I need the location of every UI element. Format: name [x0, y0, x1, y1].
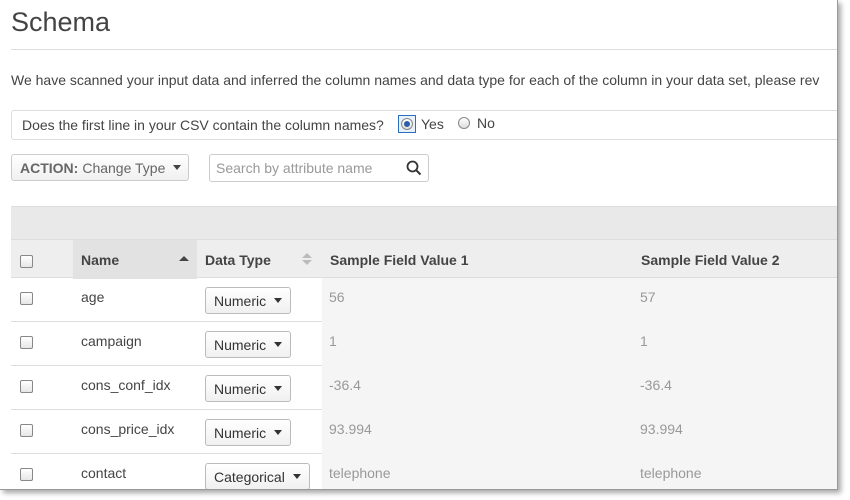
sample-shade — [322, 278, 837, 322]
data-type-value: Numeric — [214, 336, 267, 353]
chevron-down-icon — [274, 298, 283, 303]
cell-sample2: telephone — [640, 465, 702, 481]
sample-shade — [322, 322, 837, 366]
schema-panel: Schema We have scanned your input data a… — [0, 0, 838, 490]
sample-shade — [322, 410, 837, 454]
cell-name: contact — [81, 465, 127, 481]
row-checkbox[interactable] — [20, 292, 33, 305]
header-question-text: Does the first line in your CSV contain … — [22, 117, 384, 133]
data-type-select[interactable]: Numeric — [205, 419, 292, 446]
data-type-value: Numeric — [214, 380, 267, 397]
data-type-select[interactable]: Categorical — [205, 463, 310, 489]
page-title: Schema — [11, 7, 111, 37]
data-type-value: Numeric — [214, 292, 267, 309]
chevron-down-icon — [274, 386, 283, 391]
radio-no[interactable]: No — [458, 115, 495, 131]
row-checkbox[interactable] — [20, 380, 33, 393]
radio-yes-focus — [398, 115, 416, 133]
column-header-data-type[interactable]: Data Type — [197, 240, 320, 279]
data-type-select[interactable]: Numeric — [205, 287, 292, 314]
column-header-sample1-label: Sample Field Value 1 — [330, 251, 469, 268]
chevron-down-icon — [274, 430, 283, 435]
cell-sample2: 93.994 — [640, 421, 683, 437]
table-toolbar — [11, 206, 837, 239]
table-row: contact Categorical telephone telephone — [11, 454, 837, 489]
radio-no-label: No — [477, 115, 495, 131]
chevron-down-icon — [292, 474, 301, 479]
cell-name: cons_conf_idx — [81, 377, 171, 393]
action-dropdown[interactable]: ACTION: Change Type — [11, 154, 189, 181]
cell-sample1: -36.4 — [329, 377, 361, 393]
cell-sample2: 57 — [640, 289, 656, 305]
cell-sample1: 56 — [329, 289, 345, 305]
intro-text: We have scanned your input data and infe… — [11, 72, 820, 88]
data-type-select[interactable]: Numeric — [205, 375, 292, 402]
sort-ascending-icon — [179, 256, 189, 261]
row-checkbox[interactable] — [20, 468, 33, 481]
cell-sample2: -36.4 — [640, 377, 672, 393]
cell-sample1: 1 — [329, 333, 337, 349]
radio-yes-button[interactable] — [401, 118, 413, 130]
table-row: age Numeric 56 57 — [11, 278, 837, 322]
row-checkbox[interactable] — [20, 424, 33, 437]
row-checkbox[interactable] — [20, 336, 33, 349]
cell-sample1: telephone — [329, 465, 391, 481]
cell-name: age — [81, 289, 105, 305]
table-body: age Numeric 56 57 campaign Numeric 1 1 c… — [11, 278, 837, 489]
column-header-data-type-label: Data Type — [205, 251, 271, 268]
column-header-name-label: Name — [81, 251, 120, 268]
search-box — [209, 154, 429, 182]
select-all-checkbox[interactable] — [20, 255, 33, 268]
table-row: campaign Numeric 1 1 — [11, 322, 837, 366]
chevron-down-icon — [173, 165, 182, 170]
title-divider — [11, 49, 837, 50]
sample-shade — [322, 366, 837, 410]
search-input[interactable] — [210, 155, 400, 181]
search-icon[interactable] — [406, 160, 422, 176]
table-header: Name Data Type Sample Field Value 1 Samp… — [11, 239, 837, 279]
radio-yes-label: Yes — [421, 116, 444, 132]
cell-sample2: 1 — [640, 333, 648, 349]
data-type-value: Numeric — [214, 424, 267, 441]
table-row: cons_price_idx Numeric 93.994 93.994 — [11, 410, 837, 454]
column-header-sample2-label: Sample Field Value 2 — [641, 251, 780, 268]
data-type-select[interactable]: Numeric — [205, 331, 292, 358]
header-question-box: Does the first line in your CSV contain … — [11, 110, 837, 140]
column-header-sample2: Sample Field Value 2 — [633, 240, 780, 279]
column-header-name[interactable]: Name — [73, 240, 197, 279]
cell-name: cons_price_idx — [81, 421, 175, 437]
radio-yes[interactable]: Yes — [398, 115, 444, 133]
cell-name: campaign — [81, 333, 142, 349]
radio-no-button[interactable] — [458, 117, 470, 129]
action-value: Change Type — [82, 159, 166, 176]
cell-sample1: 93.994 — [329, 421, 372, 437]
column-header-sample1: Sample Field Value 1 — [322, 240, 469, 279]
action-prefix: ACTION: — [20, 159, 79, 176]
sample-shade — [322, 454, 837, 489]
sort-icon — [302, 253, 312, 265]
chevron-down-icon — [274, 342, 283, 347]
table-row: cons_conf_idx Numeric -36.4 -36.4 — [11, 366, 837, 410]
data-type-value: Categorical — [214, 468, 285, 485]
